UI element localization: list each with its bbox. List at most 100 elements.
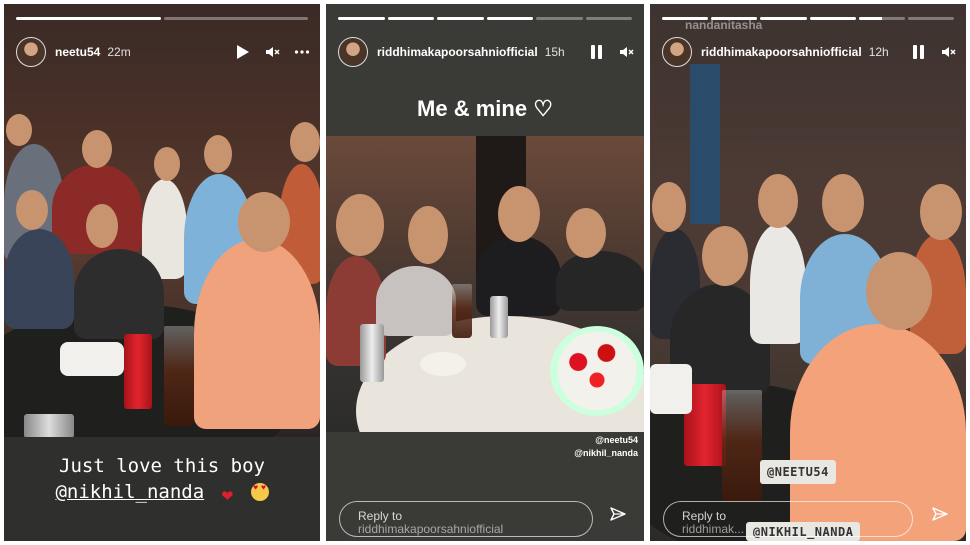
person xyxy=(750,224,806,344)
mention-tags: @neetu54 @nikhil_nanda xyxy=(574,434,638,460)
person-head xyxy=(498,186,540,242)
story-header: riddhimakapoorsahniofficial 12h xyxy=(662,34,956,70)
person xyxy=(74,249,164,339)
progress-segment xyxy=(858,17,905,20)
send-icon[interactable] xyxy=(610,506,626,527)
person-head xyxy=(204,135,232,173)
person-head xyxy=(238,192,290,252)
reply-placeholder: Reply to xyxy=(358,509,403,523)
story-progress-bars xyxy=(338,17,632,20)
caption-line: Just love this boy xyxy=(59,455,265,477)
mute-icon[interactable] xyxy=(618,44,634,60)
mute-icon[interactable] xyxy=(940,44,956,60)
username[interactable]: neetu54 xyxy=(55,45,100,59)
pause-icon[interactable] xyxy=(910,44,926,60)
reply-input[interactable]: Reply to riddhimak... xyxy=(663,501,913,537)
napkin xyxy=(60,342,124,376)
person xyxy=(4,229,74,329)
progress-segment xyxy=(585,17,632,20)
diet-coke-can xyxy=(360,324,384,382)
pause-icon[interactable] xyxy=(588,44,604,60)
story-header: riddhimakapoorsahniofficial 15h xyxy=(338,34,634,70)
person-head xyxy=(702,226,748,286)
story-panel-1[interactable]: neetu54 22m Just love this boy @nikhil_n… xyxy=(4,4,320,541)
reply-input[interactable]: Reply to riddhimakapoorsahniofficial xyxy=(339,501,593,537)
story-panel-3[interactable]: nandanitasha riddhimakapoorsahniofficial… xyxy=(650,4,966,541)
heart-eyes-emoji xyxy=(250,483,269,501)
more-options-icon[interactable] xyxy=(294,44,310,60)
person xyxy=(194,239,320,429)
previous-username: nandanitasha xyxy=(685,18,763,32)
reply-placeholder-username: riddhimak... xyxy=(682,522,745,536)
progress-segment xyxy=(338,17,385,20)
person-head xyxy=(290,122,320,162)
reply-placeholder: Reply to xyxy=(682,509,727,523)
mute-icon[interactable] xyxy=(264,44,280,60)
person-head xyxy=(16,190,48,230)
person-head xyxy=(652,182,686,232)
story-controls xyxy=(910,44,956,60)
flower-bouquet xyxy=(550,326,644,416)
story-controls xyxy=(588,44,634,60)
progress-segment xyxy=(711,17,758,20)
caption-line: @nikhil_nanda ❤ xyxy=(4,481,320,506)
story-panel-2[interactable]: riddhimakapoorsahniofficial 15h Me & min… xyxy=(326,4,644,541)
progress-segment xyxy=(809,17,856,20)
coca-cola-can xyxy=(124,334,152,409)
username[interactable]: riddhimakapoorsahniofficial xyxy=(701,45,862,59)
person-head xyxy=(566,208,606,258)
person-head xyxy=(86,204,118,248)
napkin xyxy=(650,364,692,414)
diet-coke-can xyxy=(490,296,508,338)
person-head xyxy=(336,194,384,256)
progress-segment xyxy=(163,17,308,20)
progress-segment xyxy=(536,17,583,20)
person-head xyxy=(920,184,962,240)
story-header: neetu54 22m xyxy=(16,34,310,70)
soda-can xyxy=(24,414,74,437)
progress-segment xyxy=(486,17,533,20)
mention-tag[interactable]: @neetu54 xyxy=(574,434,638,447)
progress-segment xyxy=(662,17,709,20)
person xyxy=(556,251,644,311)
mention-tag[interactable]: @nikhil_nanda xyxy=(574,447,638,460)
avatar[interactable] xyxy=(662,37,692,67)
post-time: 22m xyxy=(107,45,131,59)
story-photo xyxy=(326,136,644,432)
overlay-text: Me & mine xyxy=(417,96,528,121)
avatar[interactable] xyxy=(16,37,46,67)
person xyxy=(476,236,561,316)
send-icon[interactable] xyxy=(932,506,948,527)
username[interactable]: riddhimakapoorsahniofficial xyxy=(377,45,538,59)
person-head xyxy=(758,174,798,228)
person-head xyxy=(822,174,864,232)
story-text-overlay: Me & mine ♡ xyxy=(326,96,644,122)
person-head xyxy=(82,130,112,168)
window xyxy=(690,64,720,224)
reply-placeholder-username: riddhimakapoorsahniofficial xyxy=(358,522,504,536)
post-time: 15h xyxy=(544,45,565,59)
drink-glass xyxy=(722,390,762,502)
mention-sticker[interactable]: @NEETU54 xyxy=(760,460,836,484)
mention-link[interactable]: @nikhil_nanda xyxy=(55,481,204,503)
play-icon[interactable] xyxy=(234,44,250,60)
person-head xyxy=(154,147,180,181)
avatar[interactable] xyxy=(338,37,368,67)
person-head xyxy=(6,114,32,146)
progress-segment xyxy=(387,17,434,20)
progress-segment xyxy=(437,17,484,20)
story-collage: neetu54 22m Just love this boy @nikhil_n… xyxy=(0,0,970,545)
story-controls xyxy=(234,44,310,60)
story-caption: Just love this boy @nikhil_nanda ❤ xyxy=(4,437,320,541)
progress-segment xyxy=(16,17,161,20)
red-heart-emoji: ❤ xyxy=(221,484,234,506)
story-progress-bars xyxy=(662,17,955,20)
bowl xyxy=(420,352,466,376)
white-heart-emoji: ♡ xyxy=(533,96,553,121)
drink-glass xyxy=(452,284,472,338)
drink-glass xyxy=(164,326,194,426)
person-head xyxy=(408,206,448,264)
progress-segment xyxy=(760,17,807,20)
story-progress-bars xyxy=(16,17,308,20)
post-time: 12h xyxy=(868,45,889,59)
